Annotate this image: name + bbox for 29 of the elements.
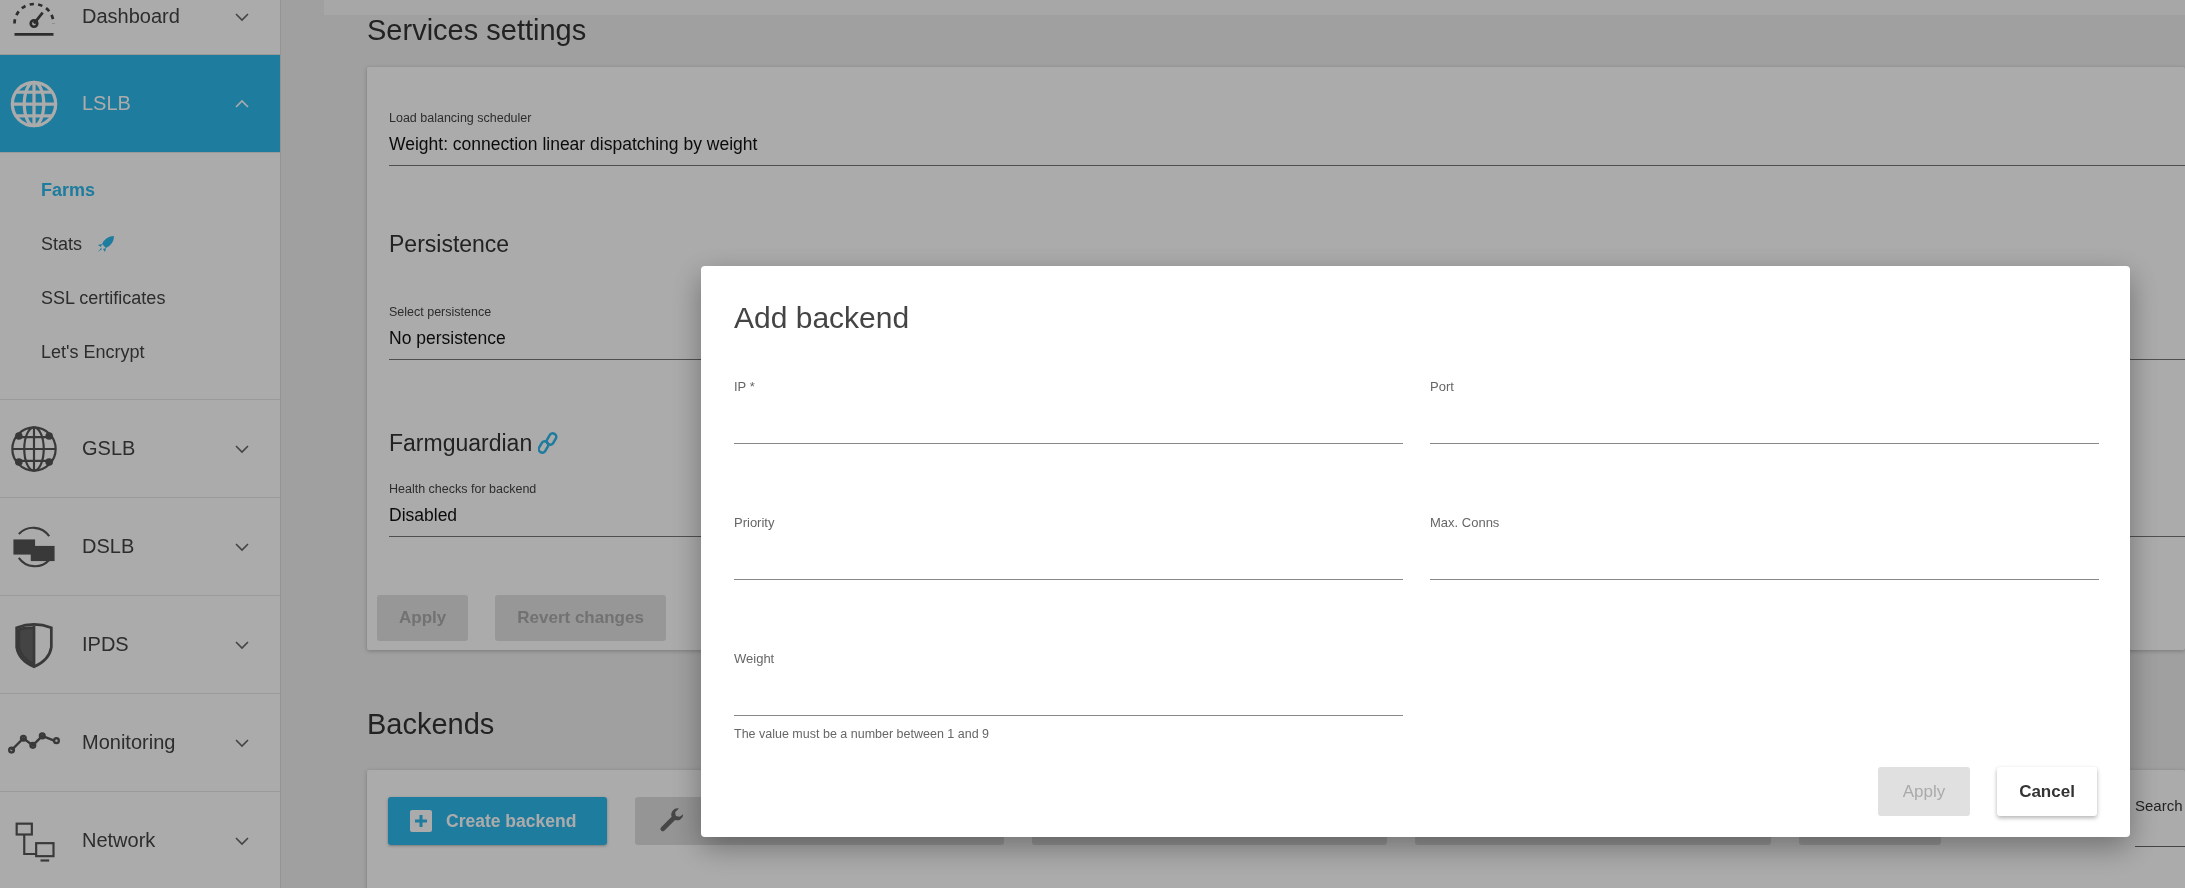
sidebar-item[interactable]: GSLB	[0, 400, 280, 498]
field-label: Select persistence	[389, 304, 492, 320]
subsection-title: Persistence	[389, 230, 510, 259]
line-chart-icon	[8, 731, 60, 754]
submenu-item[interactable]: Stats	[0, 217, 280, 271]
search-field[interactable]: Search	[2135, 790, 2185, 847]
input-field[interactable]: Max. Conns	[1430, 515, 2099, 580]
select-field[interactable]: Weight: connection linear dispatching by weight	[389, 126, 2185, 166]
sidebar-item[interactable]: DSLB	[0, 498, 280, 596]
cancel-button[interactable]: Cancel	[1997, 767, 2097, 816]
rocket-icon	[96, 234, 117, 254]
subsection-title: Farmguardian	[389, 429, 533, 458]
input-field[interactable]: Priority	[734, 515, 1403, 580]
field-label: Load balancing scheduler	[389, 110, 532, 126]
sidebar-item[interactable]: Monitoring	[0, 694, 280, 792]
section-title: Backends	[367, 709, 495, 739]
link-icon[interactable]	[538, 432, 559, 454]
submenu-item[interactable]: SSL certificates	[0, 271, 280, 325]
input-field[interactable]: IP *	[734, 379, 1403, 444]
hint-text: The value must be a number between 1 and 9	[734, 726, 990, 742]
section-title: Services settings	[367, 15, 587, 45]
input-field[interactable]: Port	[1430, 379, 2099, 444]
sidebar-item[interactable]: Network	[0, 792, 280, 888]
sidebar-item[interactable]: IPDS	[0, 596, 280, 694]
plus-icon	[410, 810, 432, 832]
submenu-item[interactable]: Let's Encrypt	[0, 325, 280, 379]
dialog-title: Add backend	[734, 300, 910, 336]
field-label: Health checks for backend	[389, 481, 537, 497]
input-field[interactable]: Weight	[734, 651, 1403, 716]
